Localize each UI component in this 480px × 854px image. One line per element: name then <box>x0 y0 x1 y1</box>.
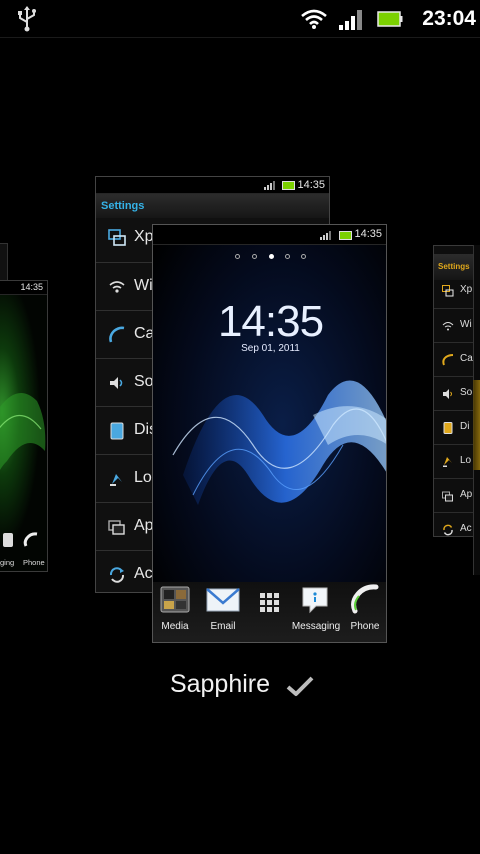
left-dock-label-messaging: ging <box>0 558 15 567</box>
xperia-icon <box>108 229 126 246</box>
location-icon <box>110 474 122 486</box>
status-bar: 23:04 <box>0 0 480 38</box>
lock-clock: 14:35 <box>217 297 324 346</box>
sync-icon <box>109 567 125 583</box>
call-icon <box>109 326 125 343</box>
mini-status-time: 14:35 <box>297 179 325 191</box>
phone-icon <box>351 584 379 614</box>
settings-row-label: Lo <box>460 455 472 466</box>
messaging-icon <box>3 533 13 547</box>
lock-date: Sep 01, 2011 <box>241 343 300 354</box>
settings-row-label: Ac <box>460 523 472 534</box>
battery-icon <box>339 231 352 240</box>
dock-label-email: Email <box>210 621 236 632</box>
page-indicator-2 <box>252 254 257 259</box>
page-indicator-5 <box>301 254 306 259</box>
mini-status-bar: 14:35 <box>153 225 386 245</box>
page-indicator-1 <box>235 254 240 259</box>
settings-row-label: Wi <box>460 319 472 330</box>
dock-label-media: Media <box>161 621 189 632</box>
settings-row-label: Ac <box>134 565 153 582</box>
wifi-icon <box>301 9 327 29</box>
mini-status-bar: 14:35 <box>0 281 47 295</box>
settings-row-label: Ap <box>460 489 473 500</box>
mini-status-time: 14:35 <box>354 228 382 240</box>
settings-row-label: Xp <box>460 284 473 295</box>
email-icon <box>206 588 240 612</box>
theme-preview-far-left[interactable] <box>0 243 8 283</box>
mini-status-time: 14:35 <box>20 282 43 292</box>
xperia-icon <box>442 285 454 297</box>
status-time: 23:04 <box>422 7 476 30</box>
settings-row-label: Wi <box>134 277 153 294</box>
green-wave-wallpaper <box>0 393 46 471</box>
signal-icon <box>320 231 331 240</box>
mini-status-bar: 14:35 <box>96 177 329 194</box>
theme-preview-left[interactable]: 14:35 <box>0 280 48 572</box>
call-icon <box>442 354 454 366</box>
usb-icon <box>18 6 36 32</box>
dock: Media Email Messaging Phone <box>153 582 386 642</box>
apps-icon <box>108 520 125 535</box>
page-indicator-4 <box>285 254 290 259</box>
settings-row-label: So <box>460 387 473 398</box>
signal-icon <box>264 181 275 190</box>
messaging-icon <box>302 587 328 614</box>
settings-row-label: Xp <box>134 228 154 245</box>
theme-name: Sapphire <box>169 670 271 698</box>
media-icon <box>160 586 190 613</box>
apps-icon <box>442 491 453 502</box>
signal-icon <box>339 10 362 30</box>
left-dock-label-phone: Phone <box>23 558 45 567</box>
dock-label-phone: Phone <box>350 621 380 632</box>
sound-icon <box>110 377 123 389</box>
wifi-icon <box>442 322 454 331</box>
theme-preview-sapphire[interactable]: 14:35 14:35 Sep 01, 2011 Media Email Mes… <box>152 224 387 643</box>
page-indicator-3 <box>269 254 274 259</box>
battery-icon <box>377 11 403 27</box>
sync-icon <box>443 524 453 536</box>
checkmark-icon <box>286 676 314 696</box>
dock-label-messaging: Messaging <box>291 621 341 632</box>
location-icon <box>443 457 452 467</box>
sound-icon <box>443 389 452 399</box>
settings-row-label: So <box>134 373 154 390</box>
display-icon <box>443 422 453 434</box>
settings-row-label: Ap <box>134 517 154 534</box>
battery-icon <box>282 181 295 190</box>
settings-row-label: Lo <box>134 469 152 486</box>
app-grid-icon[interactable] <box>259 592 281 614</box>
wifi-icon <box>109 281 125 293</box>
display-icon <box>110 422 124 440</box>
yellow-wave-edge <box>473 380 480 470</box>
phone-icon <box>23 532 38 547</box>
settings-row-label: Di <box>460 421 470 432</box>
settings-row-label: Ca <box>460 353 473 364</box>
